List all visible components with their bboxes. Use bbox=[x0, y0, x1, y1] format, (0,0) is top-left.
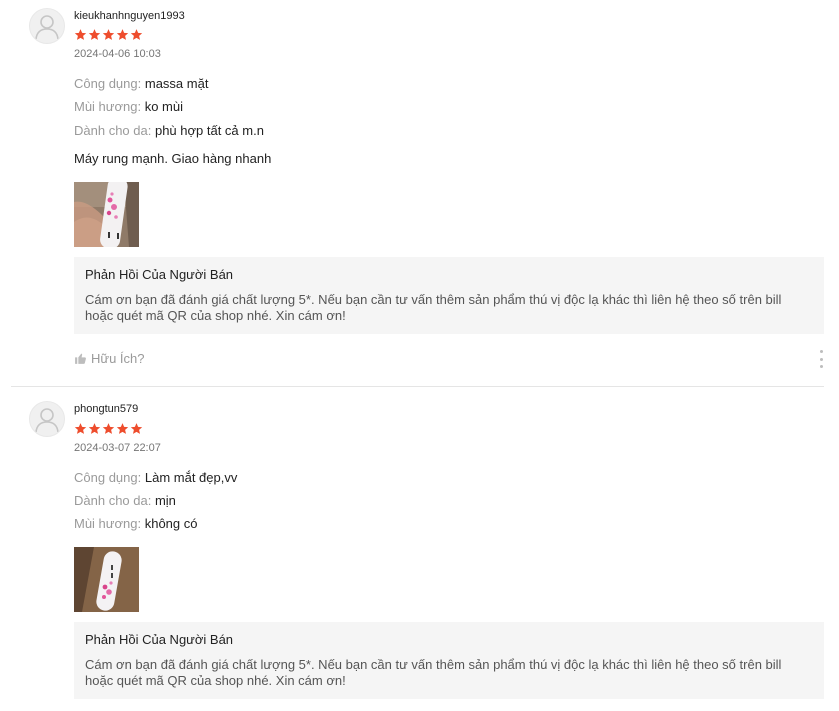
star-icon bbox=[116, 29, 129, 40]
attribute-key: Dành cho da: bbox=[74, 123, 152, 138]
star-icon bbox=[116, 423, 129, 434]
review-timestamp: 2024-03-07 22:07 bbox=[74, 442, 161, 454]
attribute-key: Công dụng: bbox=[74, 76, 142, 91]
star-icon bbox=[74, 29, 87, 40]
attribute-key: Mùi hương: bbox=[74, 99, 142, 114]
seller-reply-title: Phản Hồi Của Người Bán bbox=[85, 267, 234, 282]
seller-reply-body: Cám ơn bạn đã đánh giá chất lượng 5*. Nế… bbox=[85, 292, 782, 323]
rating-stars bbox=[74, 28, 143, 41]
seller-reply: Phản Hồi Của Người Bán Cám ơn bạn đã đán… bbox=[74, 257, 824, 334]
star-icon bbox=[88, 423, 101, 434]
review-attribute: Mùi hương: không có bbox=[74, 516, 197, 531]
thumbs-up-icon bbox=[75, 353, 86, 364]
star-icon bbox=[74, 423, 87, 434]
attribute-value: Làm mắt đẹp,vv bbox=[144, 470, 238, 485]
review-photo-thumbnail[interactable] bbox=[74, 182, 139, 247]
review-attribute: Công dụng: Làm mắt đẹp,vv bbox=[74, 470, 237, 485]
reviewer-username[interactable]: kieukhanhnguyen1993 bbox=[74, 10, 185, 22]
review-attribute: Công dụng: massa mặt bbox=[74, 76, 208, 91]
review-photo-thumbnail[interactable] bbox=[74, 547, 139, 612]
more-vertical-icon[interactable] bbox=[817, 350, 825, 368]
star-icon bbox=[88, 29, 101, 40]
user-avatar-icon[interactable] bbox=[29, 8, 65, 44]
attribute-key: Công dụng: bbox=[74, 470, 142, 485]
attribute-key: Mùi hương: bbox=[74, 516, 142, 531]
review-divider bbox=[11, 386, 824, 387]
review-timestamp: 2024-04-06 10:03 bbox=[74, 48, 161, 60]
attribute-value: không có bbox=[144, 516, 198, 531]
helpful-label: Hữu Ích? bbox=[91, 351, 145, 366]
helpful-button[interactable]: Hữu Ích? bbox=[74, 351, 145, 366]
seller-reply-body: Cám ơn bạn đã đánh giá chất lượng 5*. Nế… bbox=[85, 657, 782, 688]
star-icon bbox=[130, 423, 143, 434]
star-icon bbox=[102, 423, 115, 434]
seller-reply: Phản Hồi Của Người Bán Cám ơn bạn đã đán… bbox=[74, 622, 824, 699]
attribute-key: Dành cho da: bbox=[74, 493, 152, 508]
seller-reply-title: Phản Hồi Của Người Bán bbox=[85, 632, 234, 647]
attribute-value: massa mặt bbox=[144, 76, 209, 91]
reviewer-username[interactable]: phongtun579 bbox=[74, 403, 138, 415]
attribute-value: ko mùi bbox=[144, 99, 184, 114]
review-attribute: Dành cho da: phù hợp tất cả m.n bbox=[74, 123, 264, 138]
review-attribute: Mùi hương: ko mùi bbox=[74, 99, 183, 114]
review-attribute: Dành cho da: mịn bbox=[74, 493, 176, 508]
attribute-value: mịn bbox=[154, 493, 176, 508]
rating-stars bbox=[74, 422, 143, 435]
user-avatar-icon[interactable] bbox=[29, 401, 65, 437]
attribute-value: phù hợp tất cả m.n bbox=[154, 123, 264, 138]
star-icon bbox=[102, 29, 115, 40]
review-comment: Máy rung mạnh. Giao hàng nhanh bbox=[74, 151, 272, 166]
star-icon bbox=[130, 29, 143, 40]
